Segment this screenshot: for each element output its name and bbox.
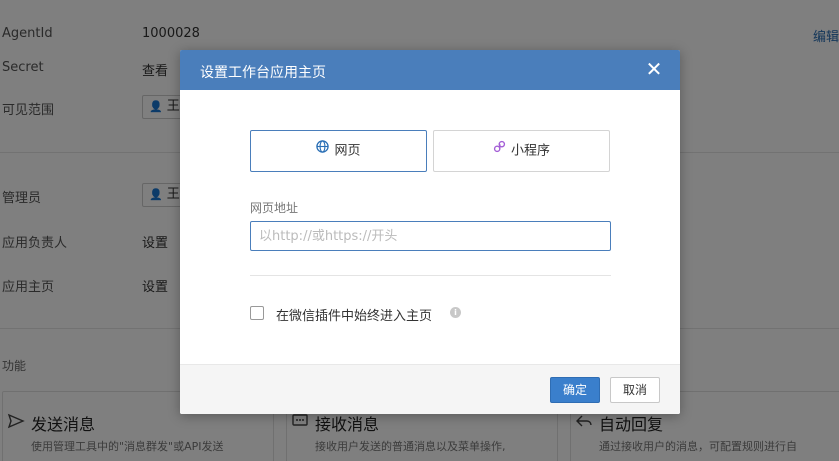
dialog-footer: 确定 取消 [180, 364, 680, 414]
always-enter-homepage-checkbox[interactable] [250, 306, 264, 320]
cancel-button[interactable]: 取消 [610, 377, 660, 403]
globe-icon [316, 130, 330, 170]
confirm-button[interactable]: 确定 [550, 377, 600, 403]
url-field-label: 网页地址 [250, 201, 299, 215]
tab-web-page[interactable]: 网页 [250, 130, 427, 172]
tab-mini-program[interactable]: 小程序 [433, 130, 610, 172]
close-icon[interactable]: ✕ [644, 58, 664, 82]
homepage-settings-dialog: 设置工作台应用主页 ✕ 网页 小程序 网页地址 在微信插件中始终进入主页 i 确… [180, 50, 680, 414]
tab-mini-program-label: 小程序 [510, 143, 550, 159]
info-icon[interactable]: i [450, 307, 461, 318]
dialog-header: 设置工作台应用主页 ✕ [180, 50, 680, 90]
divider [250, 275, 611, 276]
mini-program-icon [493, 130, 506, 170]
tab-web-label: 网页 [334, 143, 361, 159]
url-input[interactable] [250, 221, 611, 251]
dialog-title: 设置工作台应用主页 [200, 65, 326, 81]
checkbox-label: 在微信插件中始终进入主页 [276, 309, 433, 324]
